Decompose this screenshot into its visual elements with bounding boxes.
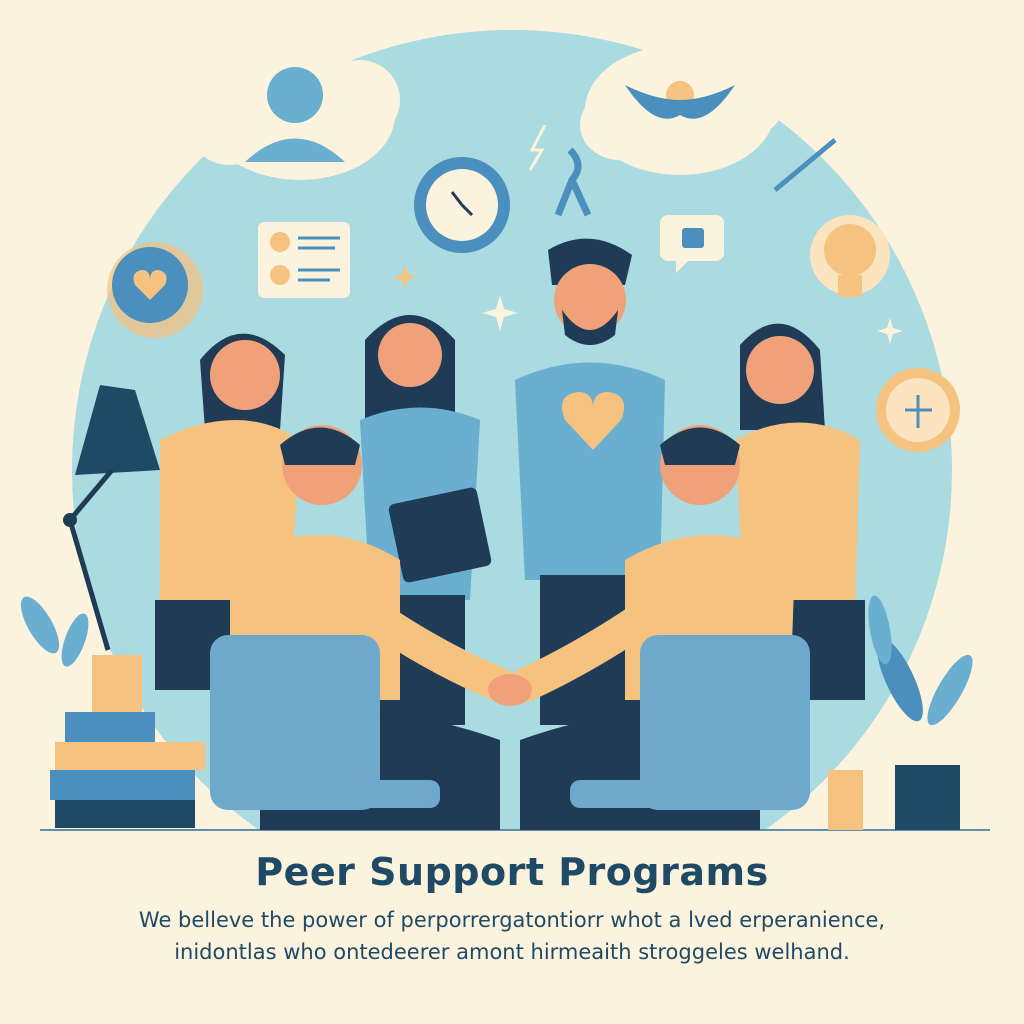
chat-card-icon (258, 222, 350, 298)
clock-icon (414, 157, 510, 253)
heart-badge-icon (107, 242, 203, 338)
coin-icon (876, 368, 960, 452)
description-line-1: We belleve the power of perporrergatonti… (138, 908, 886, 932)
plant-icon (20, 596, 89, 667)
clasped-hands (488, 674, 532, 706)
poster: Peer Support Programs We belleve the pow… (0, 0, 1024, 1024)
page-title: Peer Support Programs (255, 850, 769, 894)
description-line-2: inidontlas who ontedeerer amont hirmeait… (174, 940, 850, 964)
